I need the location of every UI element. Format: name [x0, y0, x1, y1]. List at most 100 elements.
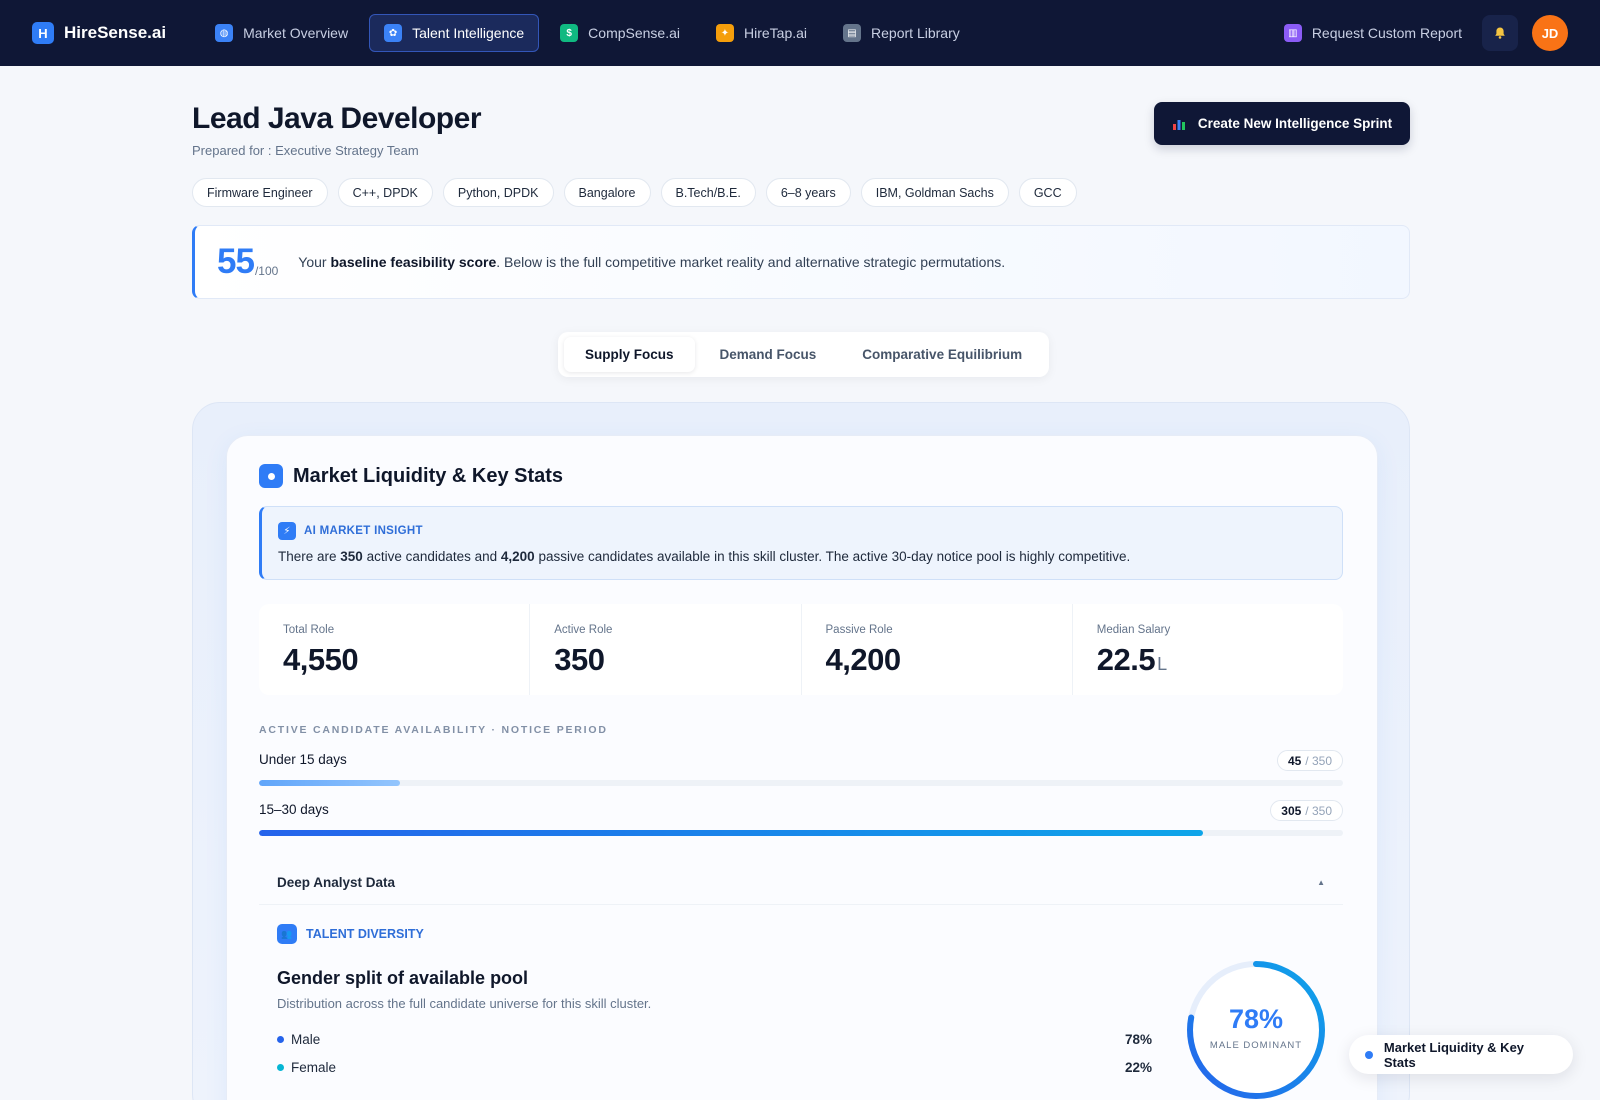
donut-caption: MALE DOMINANT: [1209, 1040, 1303, 1051]
progress-fill: [259, 780, 400, 786]
feasibility-score-banner: 55 /100 Your baseline feasibility score.…: [192, 225, 1410, 299]
chip[interactable]: Firmware Engineer: [192, 178, 328, 207]
create-sprint-button[interactable]: Create New Intelligence Sprint: [1154, 102, 1410, 145]
progress-track: [259, 780, 1343, 786]
nav-tabs: ◍ Market Overview ✿ Talent Intelligence …: [200, 14, 975, 52]
count-value: 305: [1281, 803, 1302, 818]
bar-title: Under 15 days: [259, 752, 347, 767]
chip[interactable]: Bangalore: [563, 178, 651, 207]
user-avatar[interactable]: JD: [1532, 15, 1568, 51]
nav-tab-report-library[interactable]: ▤ Report Library: [828, 14, 975, 52]
active-count: 350: [340, 549, 363, 564]
score-value: 55: [217, 242, 255, 281]
stat-value: 350: [554, 642, 605, 677]
people-icon: 👥: [277, 924, 297, 944]
stat-label: Active Role: [554, 624, 613, 636]
legend-label: Female: [291, 1060, 337, 1075]
nav-tab-compsense[interactable]: $ CompSense.ai: [545, 14, 695, 52]
spark-icon: ✦: [716, 24, 734, 42]
archive-icon: ▤: [843, 24, 862, 42]
request-custom-report-link[interactable]: ▥ Request Custom Report: [1278, 24, 1468, 42]
talent-diversity-header: 👥 TALENT DIVERSITY: [277, 924, 424, 944]
chip[interactable]: IBM, Goldman Sachs: [860, 178, 1009, 207]
nav-tab-label: Talent Intelligence: [412, 25, 525, 41]
deep-analyst-title: Deep Analyst Data: [277, 875, 396, 890]
stat-value: 4,200: [825, 642, 902, 677]
stat-value: 22.5 L: [1097, 642, 1319, 678]
stat-label: Passive Role: [825, 624, 893, 636]
top-navigation: H HireSense.ai ◍ Market Overview ✿ Talen…: [0, 0, 1600, 66]
salary-unit: L: [1157, 654, 1167, 674]
prepared-for: Prepared for : Executive Strategy Team: [192, 143, 419, 158]
section-title: Market Liquidity & Key Stats: [293, 464, 564, 487]
stat-value: 4,550: [283, 642, 359, 677]
tab-demand-focus[interactable]: Demand Focus: [699, 337, 838, 372]
page-title: Lead Java Developer: [192, 102, 482, 135]
insight-text-part: There are: [278, 549, 341, 564]
donut-percent: 78%: [1228, 1004, 1284, 1034]
nav-tab-talent-intelligence[interactable]: ✿ Talent Intelligence: [369, 14, 540, 52]
legend-label: Male: [291, 1032, 321, 1047]
score-description: Your baseline feasibility score. Below i…: [298, 254, 1005, 270]
stat-label: Total Role: [283, 624, 335, 636]
insight-text: There are 350 active candidates and 4,20…: [278, 549, 1326, 564]
chip[interactable]: B.Tech/B.E.: [660, 178, 756, 207]
legend-female: Female 22%: [277, 1060, 1152, 1075]
talent-diversity-label: TALENT DIVERSITY: [306, 927, 424, 941]
gender-split-title: Gender split of available pool: [277, 968, 529, 988]
insight-label: AI MARKET INSIGHT: [304, 525, 423, 537]
chip[interactable]: C++, DPDK: [337, 178, 433, 207]
bar-count: 45/ 350: [1276, 750, 1343, 771]
legend-male: Male 78%: [277, 1032, 1152, 1047]
count-total: / 350: [1305, 753, 1332, 768]
filter-chips: Firmware Engineer C++, DPDK Python, DPDK…: [192, 178, 1077, 207]
section-header: Market Liquidity & Key Stats: [259, 464, 563, 488]
passive-count: 4,200: [500, 549, 535, 564]
score-out-of: /100: [254, 264, 279, 278]
gender-split-subtitle: Distribution across the full candidate u…: [277, 996, 652, 1011]
legend-value: 78%: [1124, 1032, 1152, 1047]
dollar-icon: $: [560, 24, 579, 42]
legend-value: 22%: [1124, 1060, 1152, 1075]
score-text-bold: baseline feasibility score: [330, 254, 497, 270]
focus-tabs: Supply Focus Demand Focus Comparative Eq…: [558, 332, 1050, 377]
pill-dot-icon: [1365, 1050, 1373, 1059]
section-dot-icon: [259, 464, 283, 488]
availability-row-15-30: 15–30 days 305/ 350: [259, 800, 1343, 836]
score-text-post: . Below is the full competitive market r…: [496, 254, 1006, 270]
tab-comparative-equilibrium[interactable]: Comparative Equilibrium: [841, 337, 1043, 372]
salary-value: 22.5: [1096, 642, 1156, 677]
section-jump-pill[interactable]: Market Liquidity & Key Stats: [1349, 1035, 1573, 1074]
brand-logo-icon: H: [32, 22, 54, 44]
stat-median-salary: Median Salary 22.5 L: [1073, 604, 1343, 695]
count-total: / 350: [1305, 803, 1332, 818]
availability-row-under-15: Under 15 days 45/ 350: [259, 750, 1343, 786]
legend-dot: [277, 1036, 284, 1043]
legend-dot: [277, 1064, 284, 1071]
chip[interactable]: Python, DPDK: [442, 178, 554, 207]
brand-name: HireSense.ai: [64, 23, 167, 42]
globe-icon: ◍: [215, 24, 234, 42]
chevron-up-icon: ▲: [1317, 878, 1325, 887]
bolt-icon: ⚡: [278, 522, 296, 540]
stat-active-role: Active Role 350: [530, 604, 802, 695]
stat-passive-role: Passive Role 4,200: [802, 604, 1073, 695]
pill-label: Market Liquidity & Key Stats: [1383, 1039, 1525, 1070]
ai-insight-box: ⚡ AI MARKET INSIGHT There are 350 active…: [259, 506, 1343, 580]
tab-supply-focus[interactable]: Supply Focus: [564, 337, 695, 372]
chip[interactable]: GCC: [1018, 178, 1077, 207]
nav-tab-market-overview[interactable]: ◍ Market Overview: [200, 14, 363, 52]
insight-text-part: passive candidates available in this ski…: [534, 549, 1131, 564]
nav-tab-label: Report Library: [871, 25, 960, 41]
nav-tab-hiretap[interactable]: ✦ HireTap.ai: [701, 14, 822, 52]
key-stats: Total Role 4,550 Active Role 350 Passive…: [259, 604, 1343, 695]
count-value: 45: [1287, 753, 1302, 768]
nav-tab-label: CompSense.ai: [588, 25, 680, 41]
chip[interactable]: 6–8 years: [765, 178, 851, 207]
deep-analyst-toggle[interactable]: Deep Analyst Data ▲: [259, 861, 1343, 905]
request-report-label: Request Custom Report: [1311, 25, 1462, 41]
notifications-button[interactable]: [1482, 15, 1518, 51]
brand[interactable]: H HireSense.ai: [32, 22, 166, 44]
bar-chart-icon: ▥: [1283, 24, 1302, 42]
nav-tab-label: Market Overview: [243, 25, 349, 41]
